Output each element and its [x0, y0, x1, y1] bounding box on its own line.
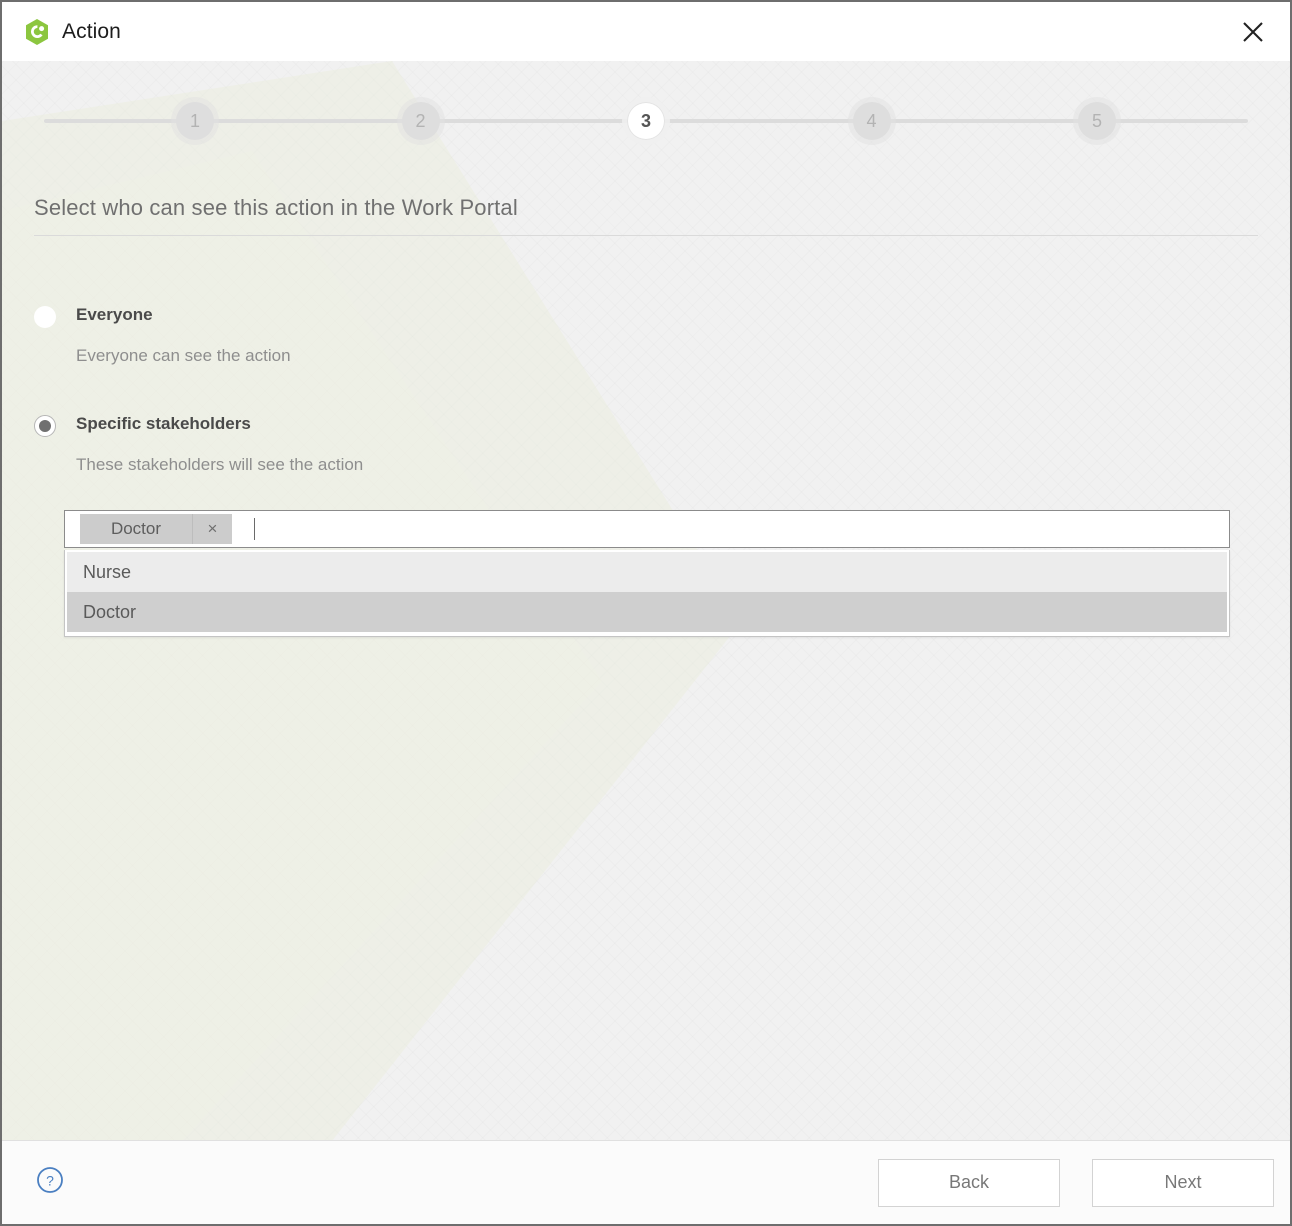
option-specific-stakeholders-row[interactable]: Specific stakeholders: [34, 413, 1258, 437]
dropdown-option-doctor-label: Doctor: [83, 601, 137, 622]
text-caret: [254, 518, 255, 540]
chip-doctor-label: Doctor: [110, 519, 162, 538]
heading-divider: [34, 235, 1258, 236]
dialog-content: 1 2 3 4 5 Select who can see this action…: [2, 61, 1290, 637]
wizard-stepper: 1 2 3 4 5: [36, 61, 1256, 181]
title-bar-left: Action: [24, 18, 121, 46]
step-1-number: 1: [189, 110, 200, 131]
title-bar: Action: [2, 2, 1290, 61]
close-icon: [1242, 21, 1264, 43]
stakeholder-select-input[interactable]: Doctor ×: [64, 510, 1230, 548]
option-everyone-description: Everyone can see the action: [76, 346, 291, 365]
green-hexagon-logo-icon: [24, 18, 50, 46]
stakeholder-dropdown: Nurse Doctor: [64, 550, 1230, 637]
close-button[interactable]: [1234, 13, 1272, 51]
option-specific-stakeholders-description: These stakeholders will see the action: [76, 455, 364, 474]
svg-text:?: ?: [46, 1173, 54, 1189]
stepper-steps: 1 2 3 4 5: [36, 102, 1256, 140]
radio-specific-stakeholders[interactable]: [34, 415, 56, 437]
step-2-number: 2: [415, 110, 426, 131]
option-specific-stakeholders-label[interactable]: Specific stakeholders: [76, 413, 251, 435]
step-3-number: 3: [640, 110, 651, 131]
help-circle-icon[interactable]: ?: [36, 1166, 64, 1199]
step-5[interactable]: 5: [1078, 102, 1116, 140]
chip-doctor-remove-icon[interactable]: ×: [192, 514, 232, 544]
step-5-number: 5: [1091, 110, 1102, 131]
dropdown-option-nurse[interactable]: Nurse: [67, 552, 1227, 592]
option-everyone-row[interactable]: Everyone: [34, 304, 1258, 328]
option-everyone-label[interactable]: Everyone: [76, 304, 153, 326]
dropdown-option-doctor[interactable]: Doctor: [67, 592, 1227, 632]
step-4[interactable]: 4: [852, 102, 891, 140]
next-button[interactable]: Next: [1092, 1158, 1274, 1207]
step-2[interactable]: 2: [401, 102, 440, 140]
dialog-footer: ? Back Next: [2, 1140, 1290, 1224]
step-1[interactable]: 1: [176, 102, 214, 140]
stakeholder-multiselect: Doctor × Nurse Doctor: [64, 510, 1230, 637]
page-title: Select who can see this action in the Wo…: [34, 195, 518, 220]
dropdown-option-nurse-label: Nurse: [83, 561, 132, 582]
option-specific-stakeholders: Specific stakeholders These stakeholders…: [34, 413, 1258, 637]
option-everyone: Everyone Everyone can see the action: [34, 304, 1258, 367]
radio-everyone[interactable]: [34, 306, 56, 328]
back-button[interactable]: Back: [878, 1158, 1060, 1207]
action-wizard-dialog: Action 1 2 3 4 5 Select who can see this…: [0, 0, 1292, 1226]
window-title: Action: [62, 19, 121, 43]
chip-doctor: Doctor ×: [80, 514, 232, 544]
dialog-body: 1 2 3 4 5 Select who can see this action…: [2, 61, 1290, 1140]
step-3[interactable]: 3: [627, 102, 665, 140]
step-4-number: 4: [866, 110, 877, 131]
